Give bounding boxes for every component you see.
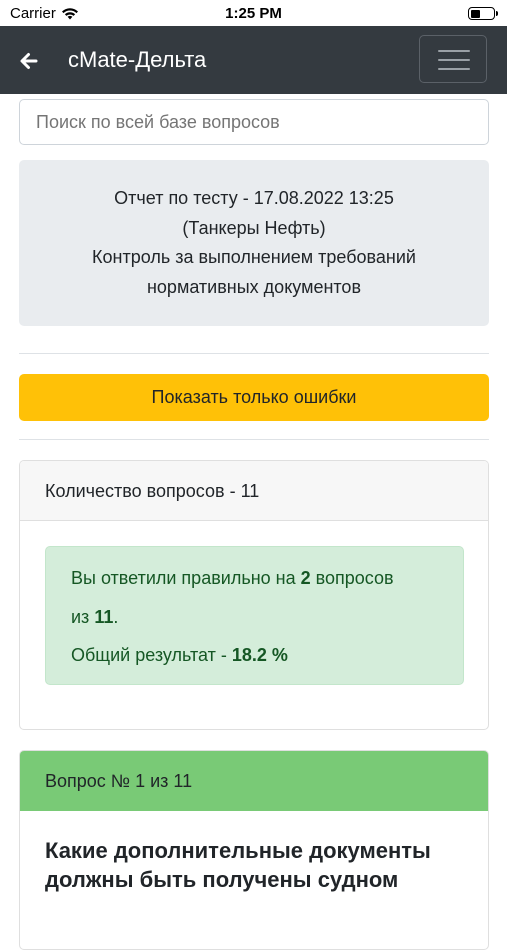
question-text: Какие дополнительные документы должны бы… [45,838,431,892]
question-header: Вопрос № 1 из 11 [20,751,488,811]
status-bar: Carrier 1:25 PM [0,0,507,26]
total-count: 11 [94,606,114,627]
overall-result-line: Общий результат - 18.2 % [71,645,288,665]
summary-card: Количество вопросов - 11 Вы ответили пра… [19,460,489,730]
report-panel: Отчет по тесту - 17.08.2022 13:25 (Танке… [19,160,489,326]
question-card[interactable]: Вопрос № 1 из 11 Какие дополнительные до… [19,750,489,950]
report-title: Отчет по тесту - 17.08.2022 13:25 [114,188,394,208]
back-arrow-icon[interactable] [16,48,42,74]
divider [19,353,489,354]
total-line: из 11. [71,606,119,627]
report-topic-line2: нормативных документов [146,276,362,297]
hamburger-menu-icon [438,50,470,52]
result-alert: Вы ответили правильно на 2 вопросов из 1… [45,546,464,685]
correct-answers-line: Вы ответили правильно на 2 вопросов [71,568,394,588]
app-title: cMate-Дельта [68,47,207,72]
show-errors-only-button[interactable]: Показать только ошибки [19,374,489,421]
divider [19,439,489,440]
question-count-header: Количество вопросов - 11 [20,461,488,521]
report-topic-line1: Контроль за выполнением требований [92,247,416,267]
correct-count: 2 [300,568,311,588]
search-input[interactable] [19,99,489,145]
overall-result-value: 18.2 % [231,645,288,665]
battery-icon [468,7,498,20]
report-category: (Танкеры Нефть) [182,217,326,238]
menu-button[interactable] [419,35,487,83]
nav-bar: cMate-Дельта [0,26,507,94]
clock: 1:25 PM [225,5,282,22]
